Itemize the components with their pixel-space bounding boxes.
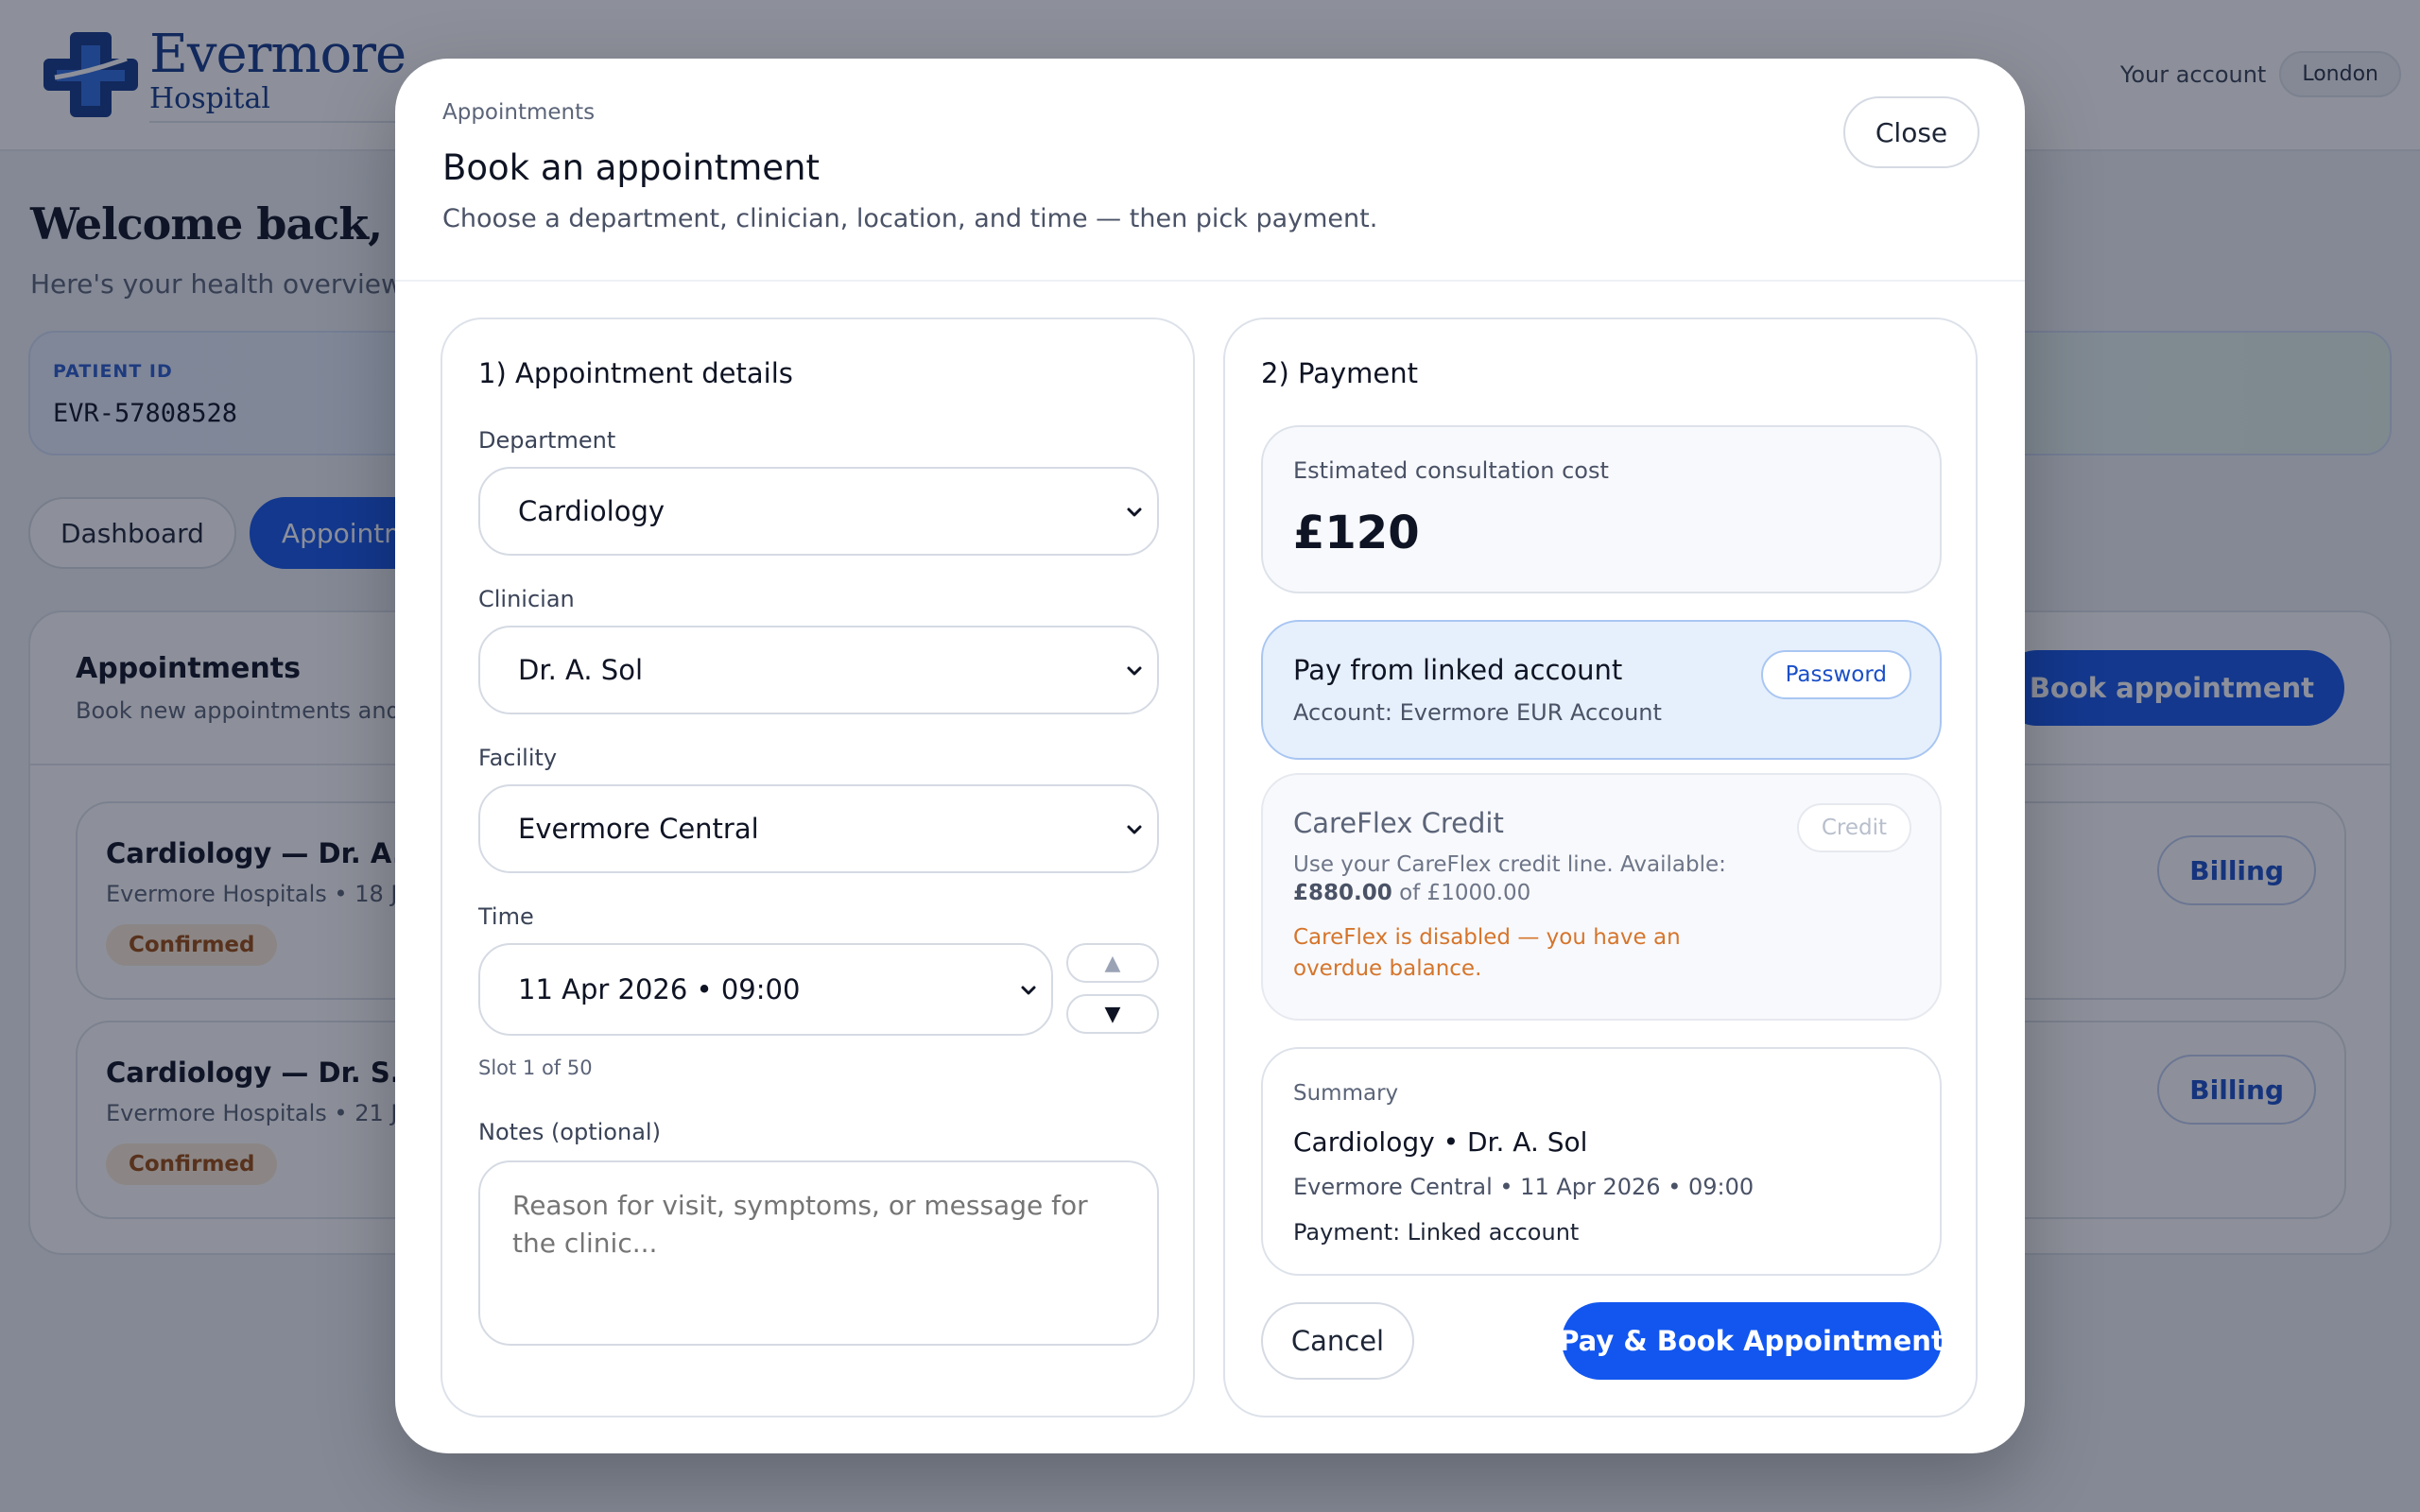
summary-subtitle: Evermore Central • 11 Apr 2026 • 09:00 — [1293, 1174, 1754, 1200]
chevron-down-icon — [1127, 507, 1142, 517]
linked-account-title: Pay from linked account — [1293, 654, 1623, 686]
slot-indicator: Slot 1 of 50 — [478, 1057, 593, 1079]
chevron-down-icon — [1021, 986, 1036, 995]
time-select[interactable]: 11 Apr 2026 • 09:00 — [478, 943, 1053, 1036]
time-next-button[interactable]: ▼ — [1066, 994, 1159, 1034]
modal-header: Appointments Book an appointment Choose … — [395, 59, 2025, 282]
notes-label: Notes (optional) — [478, 1119, 661, 1145]
facility-value: Evermore Central — [518, 813, 759, 845]
department-value: Cardiology — [518, 495, 666, 527]
notes-textarea[interactable] — [478, 1160, 1159, 1346]
cost-value: £120 — [1293, 507, 1420, 559]
modal-breadcrumb: Appointments — [442, 100, 596, 125]
password-tag: Password — [1760, 650, 1911, 699]
facility-label: Facility — [478, 745, 558, 771]
careflex-available: £880.00 of £1000.00 — [1293, 881, 1530, 905]
chevron-down-icon — [1127, 666, 1142, 676]
clinician-select[interactable]: Dr. A. Sol — [478, 626, 1159, 714]
payment-option-careflex: CareFlex Credit Credit Use your CareFlex… — [1261, 773, 1942, 1021]
careflex-available-amount: £880.00 — [1293, 881, 1392, 905]
facility-select[interactable]: Evermore Central — [478, 784, 1159, 873]
cost-card: Estimated consultation cost £120 — [1261, 425, 1942, 593]
payment-section: 2) Payment Estimated consultation cost £… — [1223, 318, 1978, 1418]
time-previous-button[interactable]: ▲ — [1066, 943, 1159, 983]
payment-option-linked-account[interactable]: Pay from linked account Account: Evermor… — [1261, 620, 1942, 760]
modal-description: Choose a department, clinician, location… — [442, 204, 1378, 233]
department-select[interactable]: Cardiology — [478, 467, 1159, 556]
triangle-up-icon: ▲ — [1104, 951, 1121, 975]
clinician-label: Clinician — [478, 586, 575, 612]
careflex-warning: CareFlex is disabled — you have an overd… — [1293, 925, 1681, 982]
careflex-description: Use your CareFlex credit line. Available… — [1293, 852, 1726, 877]
summary-payment: Payment: Linked account — [1293, 1219, 1580, 1246]
cancel-button[interactable]: Cancel — [1261, 1302, 1414, 1380]
careflex-total: of £1000.00 — [1399, 881, 1531, 905]
credit-tag: Credit — [1796, 803, 1911, 852]
time-value: 11 Apr 2026 • 09:00 — [518, 973, 801, 1005]
details-section-title: 1) Appointment details — [478, 357, 793, 389]
chevron-down-icon — [1127, 825, 1142, 834]
triangle-down-icon: ▼ — [1104, 1002, 1121, 1026]
careflex-title: CareFlex Credit — [1293, 807, 1504, 839]
cost-label: Estimated consultation cost — [1293, 457, 1609, 484]
book-appointment-modal: Appointments Book an appointment Choose … — [395, 59, 2025, 1453]
clinician-value: Dr. A. Sol — [518, 654, 644, 686]
summary-label: Summary — [1293, 1081, 1399, 1106]
summary-card: Summary Cardiology • Dr. A. Sol Evermore… — [1261, 1047, 1942, 1276]
linked-account-subtitle: Account: Evermore EUR Account — [1293, 699, 1662, 726]
close-button[interactable]: Close — [1843, 96, 1979, 168]
pay-and-book-button[interactable]: Pay & Book Appointment — [1559, 1302, 1945, 1380]
modal-title: Book an appointment — [442, 147, 821, 188]
department-label: Department — [478, 427, 616, 454]
time-label: Time — [478, 903, 534, 930]
appointment-details-section: 1) Appointment details Department Cardio… — [441, 318, 1195, 1418]
payment-section-title: 2) Payment — [1261, 357, 1418, 389]
summary-title: Cardiology • Dr. A. Sol — [1293, 1126, 1588, 1158]
